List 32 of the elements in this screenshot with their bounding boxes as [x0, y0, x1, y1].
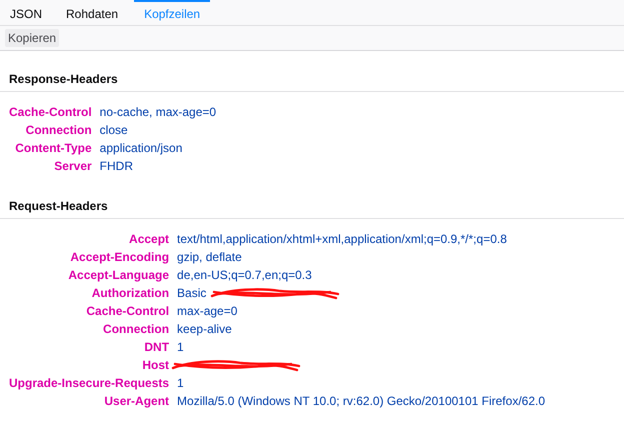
header-value: de,en-US;q=0.7,en;q=0.3 [177, 267, 312, 283]
header-value: gzip, deflate [177, 249, 242, 265]
header-name: Accept [128, 231, 170, 247]
header-value: 1 [177, 339, 184, 355]
header-value: Mozilla/5.0 (Windows NT 10.0; rv:62.0) Gecko/20100101 Firefox/62.0 [177, 393, 546, 409]
header-value: 1 [177, 375, 184, 391]
header-value: keep-alive [177, 321, 232, 337]
header-name: Cache-Control [9, 104, 92, 120]
header-name: DNT [143, 339, 170, 355]
header-name: Server [53, 158, 92, 174]
header-value: Basic [177, 285, 206, 301]
header-name: Upgrade-Insecure-Requests [9, 375, 170, 391]
header-name: User-Agent [103, 393, 170, 409]
header-name: Cache-Control [85, 303, 170, 319]
header-value: close [100, 122, 128, 138]
header-value: max-age=0 [177, 303, 238, 319]
copy-button[interactable]: Kopieren [5, 29, 60, 47]
tab[interactable]: Rohdaten [58, 0, 126, 25]
header-name: Accept-Language [67, 267, 170, 283]
header-value: text/html,application/xhtml+xml,application/xml;q=0.9,*/*;q=0.8 [177, 231, 507, 247]
header-name: Connection [24, 122, 92, 138]
header-value: application/json [100, 140, 182, 156]
header-name: Connection [102, 321, 170, 337]
tab[interactable]: JSON [2, 0, 50, 25]
header-name: Host [141, 357, 170, 373]
header-name: Accept-Encoding [69, 249, 170, 265]
header-name: Authorization [90, 285, 170, 301]
header-value: FHDR [100, 158, 133, 174]
section-heading: Response-Headers [0, 67, 624, 92]
header-name: Content-Type [14, 140, 92, 156]
header-value: no-cache, max-age=0 [100, 104, 216, 120]
section-heading: Request-Headers [0, 194, 624, 219]
